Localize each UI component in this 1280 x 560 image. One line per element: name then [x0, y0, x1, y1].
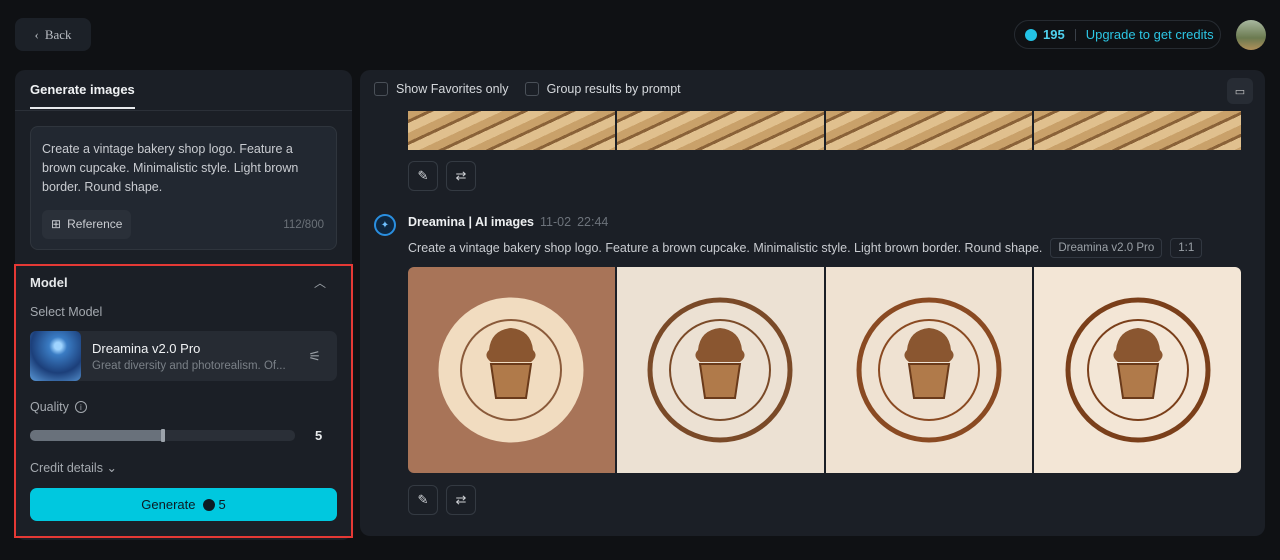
regenerate-icon[interactable]: ⇄ [446, 485, 476, 515]
select-model-label: Select Model [30, 305, 103, 319]
upgrade-link[interactable]: Upgrade to get credits [1086, 27, 1214, 42]
credits-pill[interactable]: 195 Upgrade to get credits [1014, 20, 1221, 49]
model-selector[interactable]: Dreamina v2.0 Pro Great diversity and ph… [30, 331, 337, 381]
model-description: Great diversity and photorealism. Of... [92, 360, 286, 372]
model-thumbnail [30, 331, 81, 381]
prompt-input[interactable]: Create a vintage bakery shop logo. Featu… [30, 126, 337, 250]
group-results-checkbox[interactable]: Group results by prompt [524, 82, 681, 96]
result-meta: Dreamina | AI images 11-02 22:44 [408, 215, 609, 229]
cupcake-logo [647, 297, 793, 443]
settings-sliders-icon[interactable]: ⚟ [308, 348, 321, 365]
info-icon[interactable]: i [74, 401, 87, 413]
quality-label: Quality i [30, 400, 87, 414]
quality-value: 5 [315, 428, 323, 443]
avatar[interactable] [1236, 20, 1266, 50]
quality-slider[interactable] [30, 429, 295, 442]
result-image[interactable] [616, 111, 824, 150]
results-panel: Show Favorites only Group results by pro… [360, 70, 1265, 536]
cupcake-logo [1065, 297, 1211, 443]
tab-generate-images[interactable]: Generate images [30, 82, 135, 109]
result-image[interactable] [616, 267, 824, 473]
image-add-icon: ⊞ [51, 217, 62, 231]
checkbox [524, 82, 539, 96]
result-prompt: Create a vintage bakery shop logo. Featu… [408, 238, 1203, 258]
result-image[interactable] [1034, 267, 1241, 473]
model-section-title: Model [30, 275, 68, 290]
edit-icon[interactable]: ✎ [408, 485, 438, 515]
dreamina-logo-icon: ✦ [374, 214, 396, 236]
reference-button[interactable]: ⊞ Reference [42, 210, 132, 239]
credit-icon [1025, 28, 1037, 41]
show-favorites-checkbox[interactable]: Show Favorites only [374, 82, 509, 96]
checkbox [374, 82, 388, 96]
chevron-up-icon[interactable]: ︿ [314, 274, 326, 291]
credit-count: 195 [1043, 27, 1065, 42]
model-name: Dreamina v2.0 Pro [92, 341, 201, 356]
ratio-chip: 1:1 [1170, 238, 1203, 258]
result-image[interactable] [408, 267, 615, 473]
regenerate-icon[interactable]: ⇄ [446, 161, 476, 191]
result-image[interactable] [825, 267, 1033, 473]
char-count: 112/800 [283, 219, 324, 231]
result-image[interactable] [825, 111, 1033, 150]
generate-button[interactable]: Generate 5 [30, 488, 337, 521]
result-image[interactable] [408, 111, 615, 150]
back-button[interactable]: ‹ Back [15, 18, 91, 51]
cupcake-logo [438, 297, 584, 443]
cupcake-logo [856, 297, 1002, 443]
credit-icon [203, 498, 216, 511]
slider-fill [30, 430, 163, 441]
previous-results-row [408, 111, 1241, 150]
folder-icon[interactable]: ▭ [1227, 78, 1253, 104]
divider [15, 110, 352, 111]
slider-handle[interactable] [160, 429, 165, 442]
edit-icon[interactable]: ✎ [408, 161, 438, 191]
result-images [408, 267, 1241, 473]
credit-details-toggle[interactable]: Credit details ⌄ [30, 460, 117, 475]
divider [1074, 28, 1076, 41]
result-image[interactable] [1034, 111, 1241, 150]
model-chip: Dreamina v2.0 Pro [1050, 238, 1163, 258]
chevron-down-icon: ⌄ [106, 461, 117, 475]
chevron-left-icon: ‹ [34, 26, 39, 42]
